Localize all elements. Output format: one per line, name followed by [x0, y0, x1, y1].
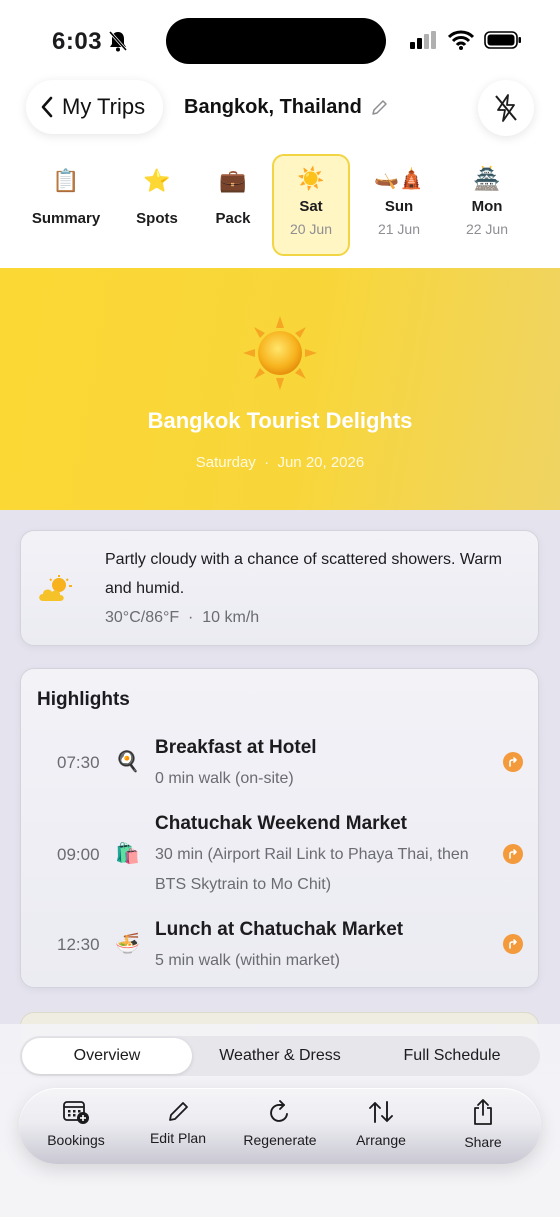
toolbar-label: Arrange: [356, 1132, 406, 1148]
chevron-left-icon: [41, 96, 53, 118]
arrange-button[interactable]: Arrange: [331, 1098, 431, 1158]
highlight-time: 09:00: [57, 845, 100, 864]
frying-pan-icon: 🍳: [115, 751, 140, 773]
tab-label: Summary: [31, 210, 101, 227]
sun-icon: ☀️: [297, 166, 325, 191]
toolbar-label: Share: [464, 1134, 502, 1150]
tab-mon[interactable]: 🏯 Mon 22 Jun: [452, 154, 522, 256]
highlight-travel: 5 min walk (within market): [155, 952, 340, 969]
calendar-plus-icon: [63, 1101, 89, 1124]
back-button[interactable]: My Trips: [26, 80, 164, 134]
turn-arrow-icon: [509, 757, 517, 767]
day-tabs: 📋 Summary ⭐ Spots 💼 Pack ☀️ Sat 20 Jun 🛶…: [0, 154, 560, 256]
segment-full-schedule[interactable]: Full Schedule: [366, 1038, 538, 1074]
toolbar-label: Bookings: [47, 1132, 105, 1148]
action-toolbar: Bookings Edit Plan Regenerate Arrange Sh…: [19, 1088, 541, 1164]
weather-description: Partly cloudy with a chance of scattered…: [105, 551, 502, 597]
weather-card[interactable]: Partly cloudy with a chance of scattered…: [20, 530, 539, 646]
day-title: Bangkok Tourist Delights: [147, 408, 413, 433]
navigation-bar: My Trips Bangkok, Thailand: [0, 80, 560, 136]
highlight-item[interactable]: 09:00 🛍️ Chatuchak Weekend Market 30 min…: [21, 809, 540, 901]
trip-title[interactable]: Bangkok, Thailand: [184, 96, 388, 119]
noodle-bowl-icon: 🍜: [115, 933, 140, 955]
tab-label: Sun: [384, 198, 414, 215]
directions-button[interactable]: [503, 934, 523, 954]
highlight-item[interactable]: 07:30 🍳 Breakfast at Hotel 0 min walk (o…: [21, 733, 540, 797]
bookings-button[interactable]: Bookings: [26, 1098, 126, 1158]
sun-icon: [243, 316, 317, 390]
highlight-travel: 0 min walk (on-site): [155, 770, 294, 787]
star-icon: ⭐: [143, 168, 171, 193]
refresh-icon: [270, 1100, 288, 1122]
tab-label: Pack: [215, 210, 251, 227]
status-bar: 6:03: [0, 0, 560, 80]
flash-off-icon: [495, 94, 517, 122]
highlights-card: Highlights 07:30 🍳 Breakfast at Hotel 0 …: [20, 668, 539, 988]
castle-icon: 🏯: [473, 166, 501, 191]
day-date: Saturday · Jun 20, 2026: [195, 454, 365, 471]
tab-date: 20 Jun: [289, 221, 333, 237]
tab-spots[interactable]: ⭐ Spots: [122, 154, 192, 256]
tab-sun[interactable]: 🛶🛕 Sun 21 Jun: [364, 154, 434, 256]
status-indicators: [410, 30, 522, 50]
highlights-title: Highlights: [37, 689, 130, 710]
clipboard-icon: 📋: [52, 168, 80, 193]
canoe-temple-icon: 🛶🛕: [374, 168, 424, 190]
header-area: 6:03 My Trips Bangkok, Thailand 📋 Summar…: [0, 0, 560, 268]
highlight-time: 07:30: [57, 753, 100, 772]
tab-date: 22 Jun: [465, 221, 509, 237]
tab-label: Spots: [136, 210, 178, 227]
highlight-name: Breakfast at Hotel: [155, 737, 317, 758]
highlight-name: Chatuchak Weekend Market: [155, 813, 408, 834]
partly-cloudy-icon: [39, 575, 72, 601]
tab-label: Mon: [471, 198, 503, 215]
signal-icon: [410, 31, 436, 49]
arrows-updown-icon: [369, 1101, 393, 1123]
directions-button[interactable]: [503, 844, 523, 864]
tab-sat[interactable]: ☀️ Sat 20 Jun: [272, 154, 350, 256]
turn-arrow-icon: [509, 849, 517, 859]
view-segmented-control: Overview Weather & Dress Full Schedule: [20, 1036, 540, 1076]
back-button-label: My Trips: [62, 94, 146, 119]
tab-summary[interactable]: 📋 Summary: [26, 154, 106, 256]
tab-date: 21 Jun: [377, 221, 421, 237]
share-button[interactable]: Share: [433, 1098, 533, 1158]
shopping-bags-icon: 🛍️: [115, 843, 140, 865]
turn-arrow-icon: [509, 939, 517, 949]
highlight-name: Lunch at Chatuchak Market: [155, 919, 404, 940]
wifi-icon: [448, 30, 474, 50]
tab-label: Sat: [299, 198, 323, 215]
edit-plan-button[interactable]: Edit Plan: [128, 1098, 228, 1158]
flash-off-button[interactable]: [478, 80, 534, 136]
highlight-item[interactable]: 12:30 🍜 Lunch at Chatuchak Market 5 min …: [21, 915, 540, 979]
tab-pack[interactable]: 💼 Pack: [200, 154, 266, 256]
regenerate-button[interactable]: Regenerate: [230, 1098, 330, 1158]
bell-off-icon: [108, 31, 128, 52]
highlight-travel: 30 min (Airport Rail Link to Phaya Thai,…: [155, 846, 469, 893]
pencil-icon: [169, 1102, 188, 1121]
pencil-icon: [372, 99, 387, 115]
status-time: 6:03: [52, 28, 103, 55]
dynamic-island: [166, 18, 386, 64]
trip-title-text: Bangkok, Thailand: [184, 96, 362, 118]
battery-icon: [484, 31, 521, 49]
highlight-time: 12:30: [57, 935, 100, 954]
day-hero: Bangkok Tourist Delights Saturday · Jun …: [0, 268, 560, 510]
bottom-controls: Overview Weather & Dress Full Schedule B…: [0, 1024, 560, 1217]
weather-temperature-wind: 30°C/86°F · 10 km/h: [105, 609, 260, 626]
share-icon: [474, 1099, 492, 1125]
segment-overview[interactable]: Overview: [22, 1038, 192, 1074]
directions-button[interactable]: [503, 752, 523, 772]
segment-weather-dress[interactable]: Weather & Dress: [198, 1038, 362, 1074]
toolbar-label: Regenerate: [243, 1132, 317, 1148]
toolbar-label: Edit Plan: [149, 1130, 207, 1146]
briefcase-icon: 💼: [219, 168, 247, 193]
